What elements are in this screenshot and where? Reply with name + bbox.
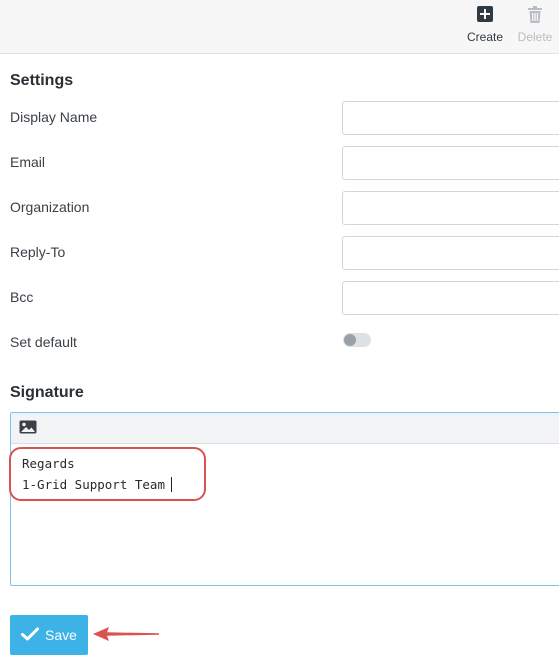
- arrow-annotation-icon: [93, 627, 159, 641]
- bcc-field[interactable]: [342, 281, 559, 315]
- delete-button[interactable]: Delete: [514, 4, 556, 48]
- checkmark-icon: [21, 627, 40, 644]
- top-toolbar: Create Delete: [0, 0, 559, 54]
- email-field[interactable]: [342, 146, 559, 180]
- set-default-label: Set default: [10, 334, 77, 350]
- set-default-toggle[interactable]: [343, 333, 371, 347]
- signature-heading: Signature: [10, 384, 84, 401]
- plus-square-icon: [477, 4, 493, 24]
- display-name-label: Display Name: [10, 109, 98, 125]
- reply-to-label: Reply-To: [10, 244, 66, 260]
- email-label: Email: [10, 154, 46, 170]
- organization-label: Organization: [10, 199, 90, 215]
- settings-heading: Settings: [10, 72, 74, 89]
- delete-label: Delete: [517, 30, 553, 44]
- create-label: Create: [466, 30, 504, 44]
- image-icon[interactable]: [19, 420, 37, 434]
- toggle-knob: [344, 334, 356, 346]
- signature-highlight-annotation: [9, 447, 206, 501]
- display-name-field[interactable]: [342, 101, 559, 135]
- save-label: Save: [45, 627, 77, 643]
- create-button[interactable]: Create: [464, 4, 506, 48]
- bcc-label: Bcc: [10, 289, 34, 305]
- save-button[interactable]: Save: [10, 615, 88, 655]
- trash-icon: [528, 4, 542, 24]
- organization-field[interactable]: [342, 191, 559, 225]
- editor-toolbar: [11, 413, 559, 444]
- reply-to-field[interactable]: [342, 236, 559, 270]
